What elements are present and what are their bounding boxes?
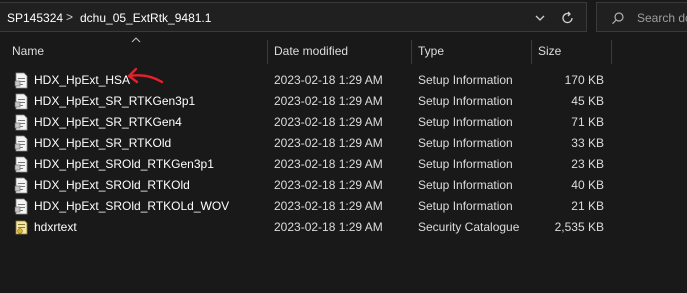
file-row[interactable]: HDX_HpExt_SR_RTKOld 2023-02-18 1:29 AM S… [0, 133, 687, 154]
column-header: Name Date modified Type Size [0, 37, 687, 65]
setup-information-file-icon [14, 114, 28, 131]
file-name: HDX_HpExt_SR_RTKGen4 [34, 115, 182, 129]
file-row[interactable]: HDX_HpExt_SROld_RTKOLd_WOV 2023-02-18 1:… [0, 196, 687, 217]
column-divider[interactable] [411, 40, 412, 64]
file-name: HDX_HpExt_HSA [34, 73, 131, 87]
file-row[interactable]: HDX_HpExt_HSA 2023-02-18 1:29 AM Setup I… [0, 70, 687, 91]
file-size: 71 KB [571, 115, 604, 129]
file-name: HDX_HpExt_SROld_RTKOLd_WOV [34, 199, 230, 213]
file-name: HDX_HpExt_SROld_RTKGen3p1 [34, 157, 214, 171]
file-date: 2023-02-18 1:29 AM [274, 136, 383, 150]
column-type[interactable]: Type [418, 44, 444, 58]
file-size: 21 KB [571, 199, 604, 213]
file-name: HDX_HpExt_SROld_RTKOld [34, 178, 190, 192]
file-row[interactable]: HDX_HpExt_SR_RTKGen4 2023-02-18 1:29 AM … [0, 112, 687, 133]
red-arrow-annotation-icon [127, 67, 164, 84]
sort-ascending-icon [131, 37, 141, 43]
file-size: 33 KB [571, 136, 604, 150]
file-date: 2023-02-18 1:29 AM [274, 199, 383, 213]
file-size: 45 KB [571, 94, 604, 108]
file-type: Setup Information [418, 178, 513, 192]
file-row[interactable]: hdxrtext 2023-02-18 1:29 AM Security Cat… [0, 217, 687, 238]
file-name: hdxrtext [34, 220, 77, 234]
setup-information-file-icon [14, 156, 28, 173]
search-icon [612, 12, 624, 25]
file-date: 2023-02-18 1:29 AM [274, 94, 383, 108]
chevron-down-icon[interactable] [532, 11, 548, 25]
file-date: 2023-02-18 1:29 AM [274, 115, 383, 129]
security-catalog-file-icon [15, 220, 28, 235]
setup-information-file-icon [14, 135, 28, 152]
file-row[interactable]: HDX_HpExt_SROld_RTKGen3p1 2023-02-18 1:2… [0, 154, 687, 175]
file-date: 2023-02-18 1:29 AM [274, 178, 383, 192]
file-name: HDX_HpExt_SR_RTKGen3p1 [34, 94, 196, 108]
file-type: Setup Information [418, 115, 513, 129]
setup-information-file-icon [14, 177, 28, 194]
refresh-icon[interactable] [556, 9, 580, 27]
file-type: Setup Information [418, 199, 513, 213]
file-date: 2023-02-18 1:29 AM [274, 73, 383, 87]
breadcrumb-item-sp145324[interactable]: SP145324 [7, 11, 63, 25]
file-size: 40 KB [571, 178, 604, 192]
file-row[interactable]: HDX_HpExt_SROld_RTKOld 2023-02-18 1:29 A… [0, 175, 687, 196]
breadcrumb-separator[interactable]: > [66, 10, 73, 24]
file-type: Setup Information [418, 157, 513, 171]
file-name: HDX_HpExt_SR_RTKOld [34, 136, 172, 150]
column-divider[interactable] [531, 40, 532, 64]
file-size: 170 KB [564, 73, 604, 87]
setup-information-file-icon [14, 72, 28, 89]
address-toolbar: SP145324 > dchu_05_ExtRtk_9481.1 Search … [0, 0, 687, 37]
column-divider[interactable] [267, 40, 268, 64]
file-size: 2,535 KB [554, 220, 604, 234]
column-date-modified[interactable]: Date modified [274, 44, 348, 58]
address-bar[interactable]: SP145324 > dchu_05_ExtRtk_9481.1 [0, 2, 587, 32]
setup-information-file-icon [14, 93, 28, 110]
file-date: 2023-02-18 1:29 AM [274, 157, 383, 171]
file-date: 2023-02-18 1:29 AM [274, 220, 383, 234]
column-divider[interactable] [611, 40, 612, 64]
column-size[interactable]: Size [538, 44, 561, 58]
setup-information-file-icon [14, 198, 28, 215]
column-name[interactable]: Name [12, 44, 44, 58]
breadcrumb-item-current-folder[interactable]: dchu_05_ExtRtk_9481.1 [80, 11, 211, 25]
file-type: Setup Information [418, 94, 513, 108]
file-type: Setup Information [418, 73, 513, 87]
search-box[interactable]: Search dc [596, 2, 687, 32]
file-type: Security Catalogue [418, 220, 520, 234]
search-placeholder[interactable]: Search dc [637, 11, 687, 25]
file-size: 23 KB [571, 157, 604, 171]
file-type: Setup Information [418, 136, 513, 150]
file-row[interactable]: HDX_HpExt_SR_RTKGen3p1 2023-02-18 1:29 A… [0, 91, 687, 112]
